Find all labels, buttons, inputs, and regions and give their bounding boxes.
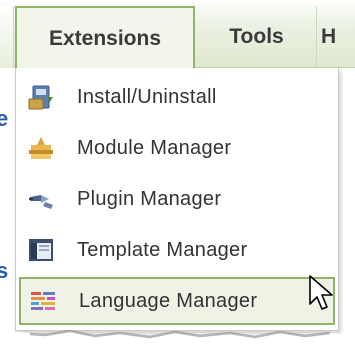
menu-extensions[interactable]: Extensions xyxy=(15,6,195,69)
menu-item-label: Install/Uninstall xyxy=(77,85,217,108)
module-icon xyxy=(29,137,53,159)
language-icon xyxy=(31,292,55,310)
menu-item-label: Plugin Manager xyxy=(77,187,222,210)
menu-item-language-manager[interactable]: Language Manager xyxy=(19,277,335,325)
menu-item-label: Template Manager xyxy=(77,238,248,261)
top-menubar: Extensions Tools H xyxy=(0,0,355,69)
template-icon xyxy=(29,239,53,261)
menu-help[interactable]: H xyxy=(318,6,355,68)
menu-item-plugin-manager[interactable]: Plugin Manager xyxy=(19,175,335,223)
menu-tools[interactable]: Tools xyxy=(197,6,317,68)
menu-item-install-uninstall[interactable]: Install/Uninstall xyxy=(19,73,335,121)
menu-item-module-manager[interactable]: Module Manager xyxy=(19,124,335,172)
extensions-dropdown: Install/Uninstall Module Manager Plugin … xyxy=(15,68,339,331)
menu-item-label: Language Manager xyxy=(79,289,258,312)
menu-item-label: Module Manager xyxy=(77,136,232,159)
torn-edge xyxy=(0,329,355,351)
install-icon xyxy=(28,85,53,110)
background-text-fragment: e xyxy=(0,106,9,131)
plugin-icon xyxy=(29,195,53,209)
mouse-pointer-icon xyxy=(309,275,333,310)
menu-item-template-manager[interactable]: Template Manager xyxy=(19,226,335,274)
background-text-fragment: s xyxy=(0,258,9,283)
menubar-left-edge xyxy=(0,6,14,68)
